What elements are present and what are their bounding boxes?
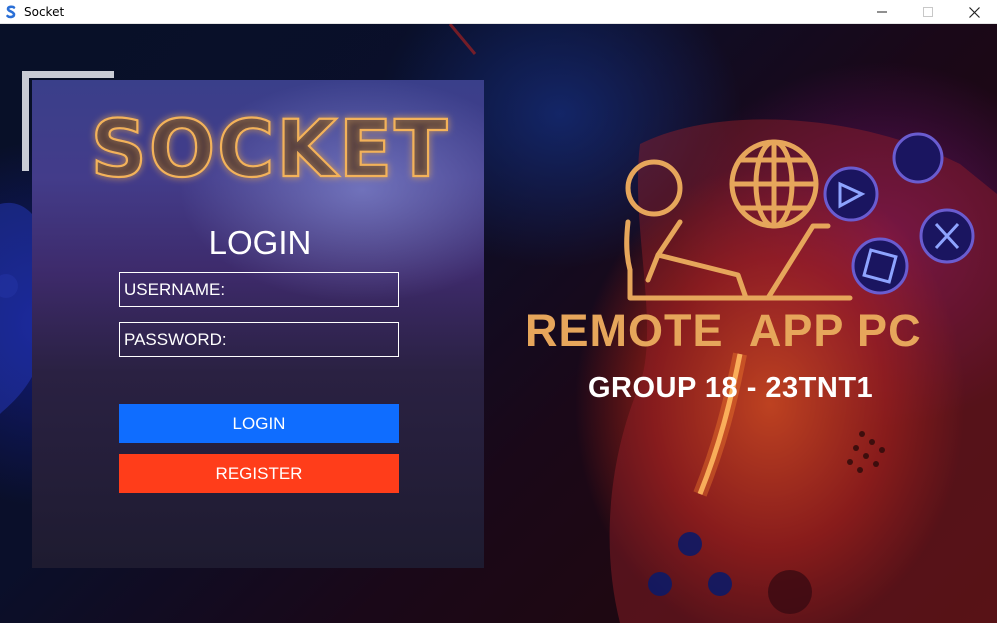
brand-subtitle: GROUP 18 - 23TNT1 <box>588 372 874 404</box>
window-title-bar: Socket <box>0 0 997 24</box>
window-title: Socket <box>24 4 65 19</box>
app-icon <box>6 4 16 18</box>
minimize-button[interactable] <box>859 0 905 24</box>
remote-user-globe-icon <box>624 139 853 301</box>
minimize-icon <box>877 11 887 13</box>
socket-logo: SOCKET <box>90 106 450 188</box>
close-icon <box>968 6 980 18</box>
brand-title: REMOTE APP PC <box>525 305 922 356</box>
window-controls <box>859 0 997 24</box>
register-button[interactable]: REGISTER <box>119 454 399 493</box>
maximize-button[interactable] <box>905 0 951 24</box>
login-heading: LOGIN <box>208 224 312 261</box>
background-scene: SOCKET LOGIN USERNAME: PASSWORD: LOGIN R… <box>0 24 997 623</box>
password-field[interactable]: PASSWORD: <box>119 322 399 357</box>
username-field[interactable]: USERNAME: <box>119 272 399 307</box>
login-button[interactable]: LOGIN <box>119 404 399 443</box>
logo-text: SOCKET <box>91 106 450 188</box>
maximize-icon <box>923 7 933 17</box>
close-button[interactable] <box>951 0 997 24</box>
